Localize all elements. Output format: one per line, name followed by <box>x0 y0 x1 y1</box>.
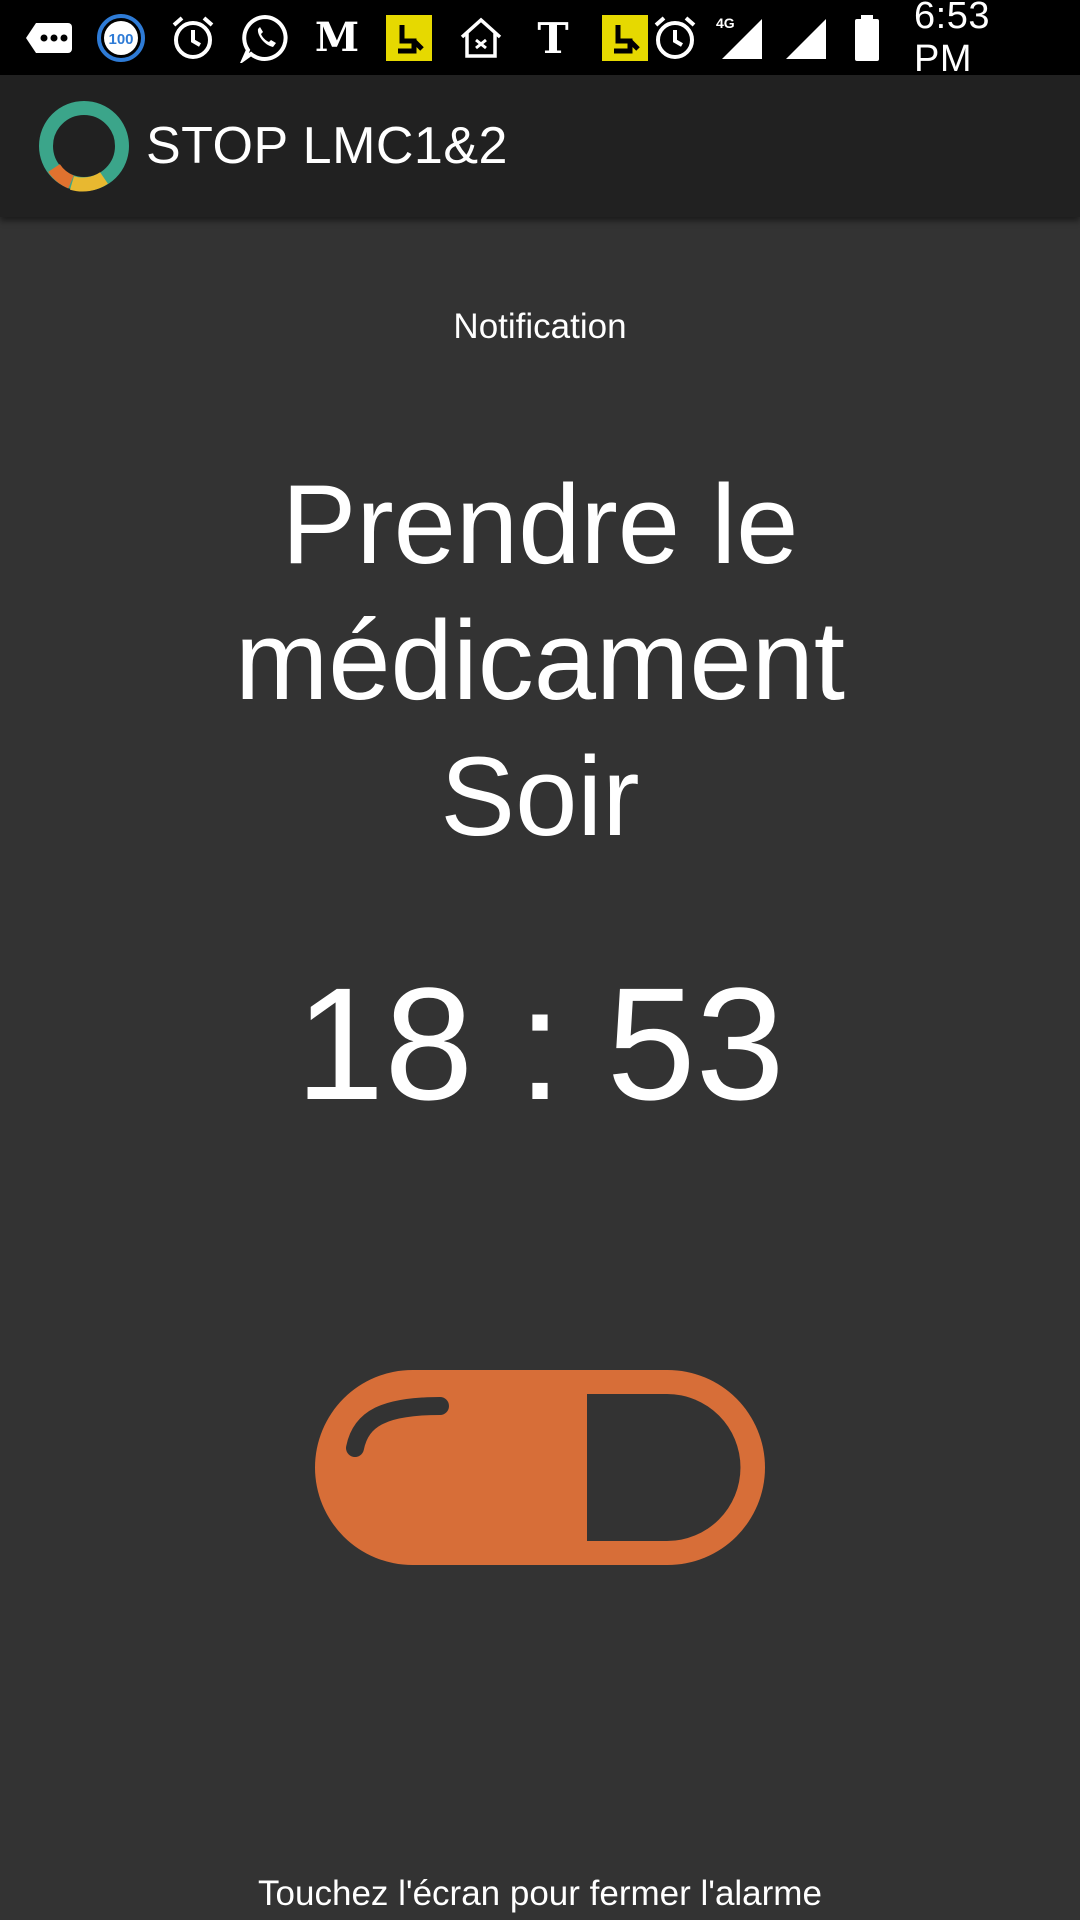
message-line: médicament <box>234 598 846 723</box>
dismiss-hint: Touchez l'écran pour fermer l'alarme <box>258 1874 822 1913</box>
pill-capsule-icon <box>315 1370 765 1565</box>
le-monde-icon: M <box>312 13 362 63</box>
alarm-screen[interactable]: Notification Prendre le médicament Soir … <box>0 217 1080 1920</box>
battery-badge-value: 100 <box>108 31 133 48</box>
message-line: Soir <box>440 734 640 859</box>
status-time: 6:53 PM <box>914 0 990 80</box>
network-type-label: 4G <box>716 15 735 31</box>
app-bar: STOP LMC1&2 <box>0 75 1080 217</box>
app-title: STOP LMC1&2 <box>146 117 508 175</box>
more-notifications-icon <box>24 13 74 63</box>
alarm-time: 18 : 53 <box>295 954 785 1133</box>
notification-label: Notification <box>453 307 627 346</box>
whatsapp-icon <box>240 13 290 63</box>
battery-icon <box>842 13 892 63</box>
signal-4g-icon: 4G <box>714 13 764 63</box>
medication-message: Prendre le médicament Soir <box>0 457 1080 865</box>
home-icon <box>456 13 506 63</box>
svg-text:M: M <box>315 14 359 61</box>
message-line: Prendre le <box>281 462 799 587</box>
notification-icons: 100 M T <box>24 13 650 63</box>
nytimes-icon: T <box>528 13 578 63</box>
yellow-app-icon <box>600 13 650 63</box>
alarm-icon <box>168 13 218 63</box>
signal-icon <box>778 13 828 63</box>
app-ring-logo-icon[interactable] <box>36 98 132 194</box>
system-icons: 4G 6:53 PM <box>650 0 1058 81</box>
alarm-icon <box>650 13 700 63</box>
status-bar: 100 M T 4G 6:53 PM <box>0 0 1080 80</box>
yellow-app-icon <box>384 13 434 63</box>
battery-100-icon: 100 <box>96 13 146 63</box>
svg-text:T: T <box>537 14 568 63</box>
